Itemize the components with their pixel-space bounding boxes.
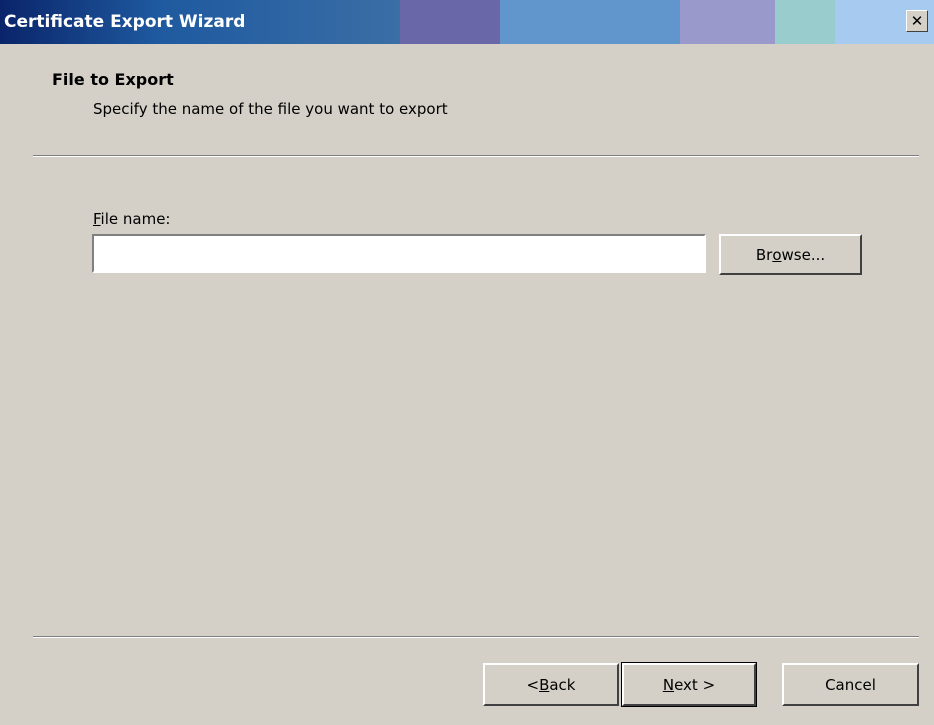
cancel-label: Cancel [825,675,876,694]
close-button[interactable]: ✕ [906,10,928,32]
browse-button[interactable]: Br o wse... [719,234,862,275]
window-title: Certificate Export Wizard [4,12,246,32]
footer-divider [33,636,919,638]
browse-label-pre: Br [755,245,773,264]
titlebar-segment [775,0,835,44]
close-icon: ✕ [910,11,924,30]
file-name-label-text: ile name: [100,210,171,228]
cancel-button[interactable]: Cancel [782,663,919,706]
back-label-rest: ack [549,675,576,694]
header-divider [33,155,919,157]
page-subtitle: Specify the name of the file you want to… [93,100,448,118]
browse-label-rest: wse... [781,245,826,264]
next-label-rest: ext > [674,675,716,694]
titlebar-segment [400,0,500,44]
titlebar-segment [680,0,775,44]
file-name-label-accel: F [93,210,101,228]
back-label-pre: < [526,675,540,694]
next-label-accel: N [662,675,675,694]
file-name-label: File name: [93,210,170,228]
back-button[interactable]: < Back [483,663,619,706]
title-bar[interactable]: Certificate Export Wizard ✕ [0,0,934,44]
browse-label-accel: o [772,245,782,264]
back-label-accel: B [539,675,550,694]
next-button[interactable]: Next > [621,662,757,707]
file-name-input[interactable] [92,234,706,273]
titlebar-segment [500,0,680,44]
page-title: File to Export [52,70,174,89]
